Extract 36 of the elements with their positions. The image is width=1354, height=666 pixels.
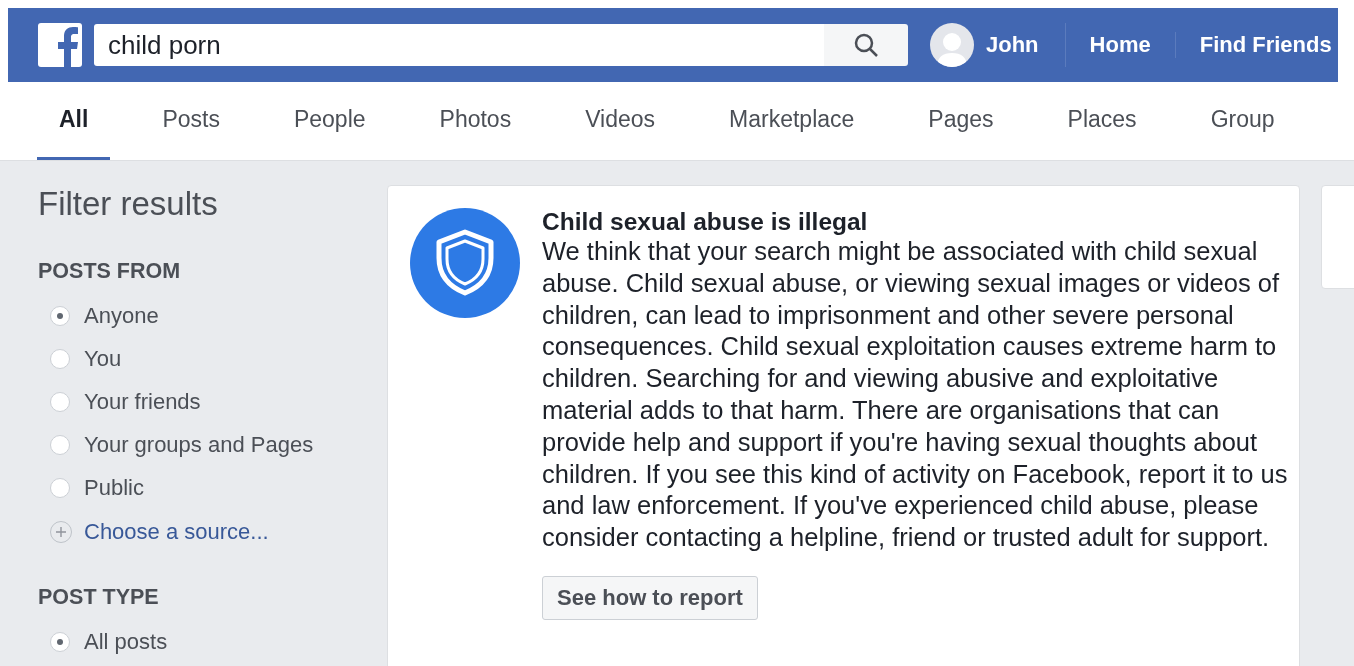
logo-icon[interactable] — [38, 23, 82, 67]
radio-button[interactable] — [50, 631, 70, 652]
option-label: You — [84, 345, 122, 372]
search-tab[interactable]: Photos — [417, 82, 534, 160]
option-label: All posts — [84, 628, 168, 655]
section-heading: POSTS FROM — [38, 259, 182, 284]
warning-title: Child sexual abuse is illegal — [542, 208, 868, 236]
search-tab[interactable]: Places — [1045, 82, 1159, 160]
option-label: Public — [84, 474, 144, 501]
radio-button[interactable] — [50, 305, 70, 326]
report-button[interactable]: See how to report — [542, 575, 758, 620]
warning-text: We think that your search might be associated with child sexual abuse. Child sexual abuse, or viewing sexual images or videos of children, can lead to imprisonment and other severe personal consequences. Child sexual exploitation causes extreme harm to children. Searching for and viewing abusive and exploitative material adds to that harm. There are organisations that can provide help and support if you're having sexual thoughts about children. If you see this kind of activity on Facebook, report it to us and law enforcement. If you've experienced child abuse, please consider contacting a helpline, friend or trusted adult for support. — [542, 236, 1289, 554]
choose-source-link[interactable]: Choose a source... — [84, 519, 269, 545]
search-tab[interactable]: Videos — [563, 82, 678, 160]
search-button[interactable] — [824, 24, 908, 66]
avatar-icon — [930, 23, 974, 67]
shield-icon — [410, 208, 520, 318]
profile-link[interactable]: John — [930, 23, 1066, 67]
search-field[interactable]: child porn — [94, 24, 824, 66]
search-tab[interactable]: Group — [1188, 82, 1297, 160]
option-label: Your friends — [84, 388, 201, 415]
section-heading: POST TYPE — [38, 585, 160, 610]
option-label: Your groups and Pages — [84, 431, 314, 458]
radio-button[interactable] — [50, 391, 70, 412]
search-tab[interactable]: Posts — [140, 82, 242, 160]
search-tab[interactable]: Marketplace — [707, 82, 877, 160]
search-tab[interactable]: People — [271, 82, 388, 160]
search-tab[interactable]: Pages — [906, 82, 1016, 160]
nav-link[interactable]: Find Friends — [1175, 32, 1336, 58]
option-label: Anyone — [84, 302, 159, 329]
radio-button[interactable] — [50, 348, 70, 369]
search-icon — [853, 32, 879, 58]
radio-button[interactable] — [50, 434, 70, 455]
filter-title: Filter results — [38, 185, 219, 223]
radio-button[interactable] — [50, 477, 70, 498]
nav-link[interactable]: Home — [1065, 32, 1176, 58]
